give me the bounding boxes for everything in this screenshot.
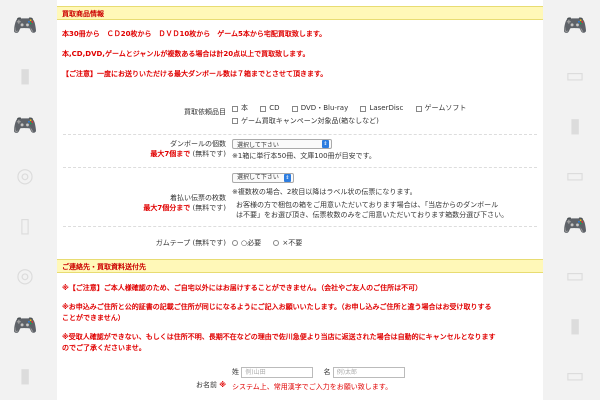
first-name-input[interactable]: 例)太郎 — [332, 367, 405, 378]
multi-genre-notice: 本,CD,DVD,ゲームとジャンルが複数ある場合は計20点以上で買取致します。 — [62, 50, 310, 58]
disc-icon: ◎ — [16, 163, 34, 187]
slip-count-note1: ※複数枚の場合、2枚目以降はラベル状の伝票になります。 — [232, 188, 417, 196]
tv-icon: ▭ — [565, 163, 585, 187]
slip-count-limit: 最大7個分まで — [143, 204, 191, 212]
tv-icon: ▭ — [565, 363, 585, 387]
slip-count-select[interactable]: 選択して下さい ⇕ — [232, 173, 294, 183]
box-count-label: ダンボールの個数 — [170, 140, 226, 148]
remote-icon: ▮ — [569, 313, 581, 337]
name-label: お名前 — [195, 381, 217, 389]
minimum-quantity-notice: 本30冊から ＣＤ20枚から ＤＶＤ10枚から ゲーム5本から宅配買取致します。 — [62, 30, 327, 38]
book-icon: ▯ — [19, 213, 31, 237]
slip-count-label: 着払い伝票の枚数 — [170, 194, 226, 202]
item-type-game-checkbox[interactable]: ゲームソフト — [415, 103, 466, 114]
game-pad-icon: 🎮 — [12, 113, 38, 137]
box-count-free: (無料です) — [192, 150, 226, 158]
max-box-notice: 【ご注意】一度にお送りいただける最大ダンボール数は７箱までとさせて頂きます。 — [62, 70, 328, 78]
name-kanji-note: システム上、常用漢字でご入力をお願い致します。 — [232, 383, 393, 391]
tv-icon: ▭ — [565, 263, 585, 287]
gum-tape-row: ガムテープ (無料です) ○必要 ×不要 — [57, 238, 543, 248]
form-panel: 買取商品情報 本30冊から ＣＤ20枚から ＤＶＤ10枚から ゲーム5本から宅配… — [57, 0, 543, 400]
remote-icon: ▮ — [569, 113, 581, 137]
gum-tape-free: (無料です) — [192, 239, 226, 247]
item-type-cd-checkbox[interactable]: CD — [260, 103, 280, 114]
required-mark: ※ — [219, 381, 226, 389]
gum-tape-label-group: ガムテープ (無料です) — [57, 238, 232, 248]
box-count-label-group: ダンボールの個数 最大7個まで (無料です) — [57, 139, 232, 161]
item-type-campaign-checkbox[interactable]: ゲーム買取キャンペーン対象品(箱なしなど) — [232, 116, 379, 127]
item-type-book-checkbox[interactable]: 本 — [232, 103, 248, 114]
sei-label: 姓 — [232, 368, 239, 376]
name-row: お名前 ※ 姓 例)山田 名 例)太郎 システム上、常用漢字でご入力をお願い致し… — [57, 367, 543, 393]
game-pad-icon: 🎮 — [562, 13, 588, 37]
items-section-header: 買取商品情報 — [57, 6, 543, 20]
tv-icon: ▭ — [565, 63, 585, 87]
right-decoration: 🎮 ▭ ▮ ▭ 🎮 ▭ ▮ ▭ — [550, 0, 600, 400]
slip-count-row: 着払い伝票の枚数 最大7個分まで (無料です) 選択して下さい ⇕ ※複数枚の場合… — [57, 172, 543, 220]
film-icon: ▮ — [19, 63, 31, 87]
slip-count-note2: お客様の方で梱包の箱をご用意いただいております場合は、「当店からのダンボール — [236, 201, 499, 209]
item-type-dvd-checkbox[interactable]: DVD・Blu-ray — [291, 103, 348, 114]
slip-count-note3: は不要」をお選び頂き、伝票枚数のみをご用意いただいております箱数分選び下さい。 — [236, 211, 509, 219]
gum-tape-need-radio[interactable]: ○必要 — [232, 238, 261, 248]
name-label-group: お名前 ※ — [57, 367, 232, 393]
game-pad-icon: 🎮 — [12, 13, 38, 37]
disc-icon: ◎ — [16, 263, 34, 287]
chevron-down-icon: ⇕ — [322, 140, 329, 148]
address-match-notice: ※お申込みご住所と公的証書の記載ご住所が同じになるようにご記入お願いいたします。… — [62, 303, 492, 322]
chevron-down-icon: ⇕ — [284, 174, 291, 182]
box-count-limit: 最大7個まで — [150, 150, 191, 158]
item-types-row: 買取依頼品目 本 CD DVD・Blu-ray LaserDisc ゲームソフト… — [57, 103, 543, 128]
item-types-options: 本 CD DVD・Blu-ray LaserDisc ゲームソフト ゲーム買取キ… — [232, 103, 543, 128]
box-count-row: ダンボールの個数 最大7個まで (無料です) 選択して下さい ⇕ ※1箱に単行本5… — [57, 139, 543, 161]
mei-label: 名 — [323, 368, 331, 376]
gum-tape-no-radio[interactable]: ×不要 — [273, 238, 302, 248]
item-types-label: 買取依頼品目 — [184, 108, 226, 116]
game-pad-icon: 🎮 — [562, 213, 588, 237]
game-pad-icon: 🎮 — [12, 313, 38, 337]
divider — [63, 226, 537, 227]
film-icon: ▮ — [19, 363, 31, 387]
gum-tape-label: ガムテープ — [155, 239, 191, 247]
item-type-laserdisc-checkbox[interactable]: LaserDisc — [360, 103, 403, 114]
box-count-select[interactable]: 選択して下さい ⇕ — [232, 139, 332, 149]
return-cancel-notice: ※受取人確認ができない、もしくは住所不明、長期不在などの理由で佐川急便より当店に… — [62, 333, 496, 352]
divider — [63, 134, 537, 135]
box-count-note: ※1箱に単行本50冊、文庫100冊が目安です。 — [232, 152, 376, 160]
identity-notice: ※【ご注意】ご本人様確認のため、ご自宅以外にはお届けすることができません。（会社… — [62, 284, 423, 292]
slip-count-free: (無料です) — [192, 204, 226, 212]
divider — [63, 167, 537, 168]
contact-section-header: ご連絡先・買取資料送付先 — [57, 259, 543, 273]
slip-count-label-group: 着払い伝票の枚数 最大7個分まで (無料です) — [57, 172, 232, 220]
left-decoration: 🎮 ▮ 🎮 ◎ ▯ ◎ 🎮 ▮ — [0, 0, 50, 400]
last-name-input[interactable]: 例)山田 — [241, 367, 314, 378]
